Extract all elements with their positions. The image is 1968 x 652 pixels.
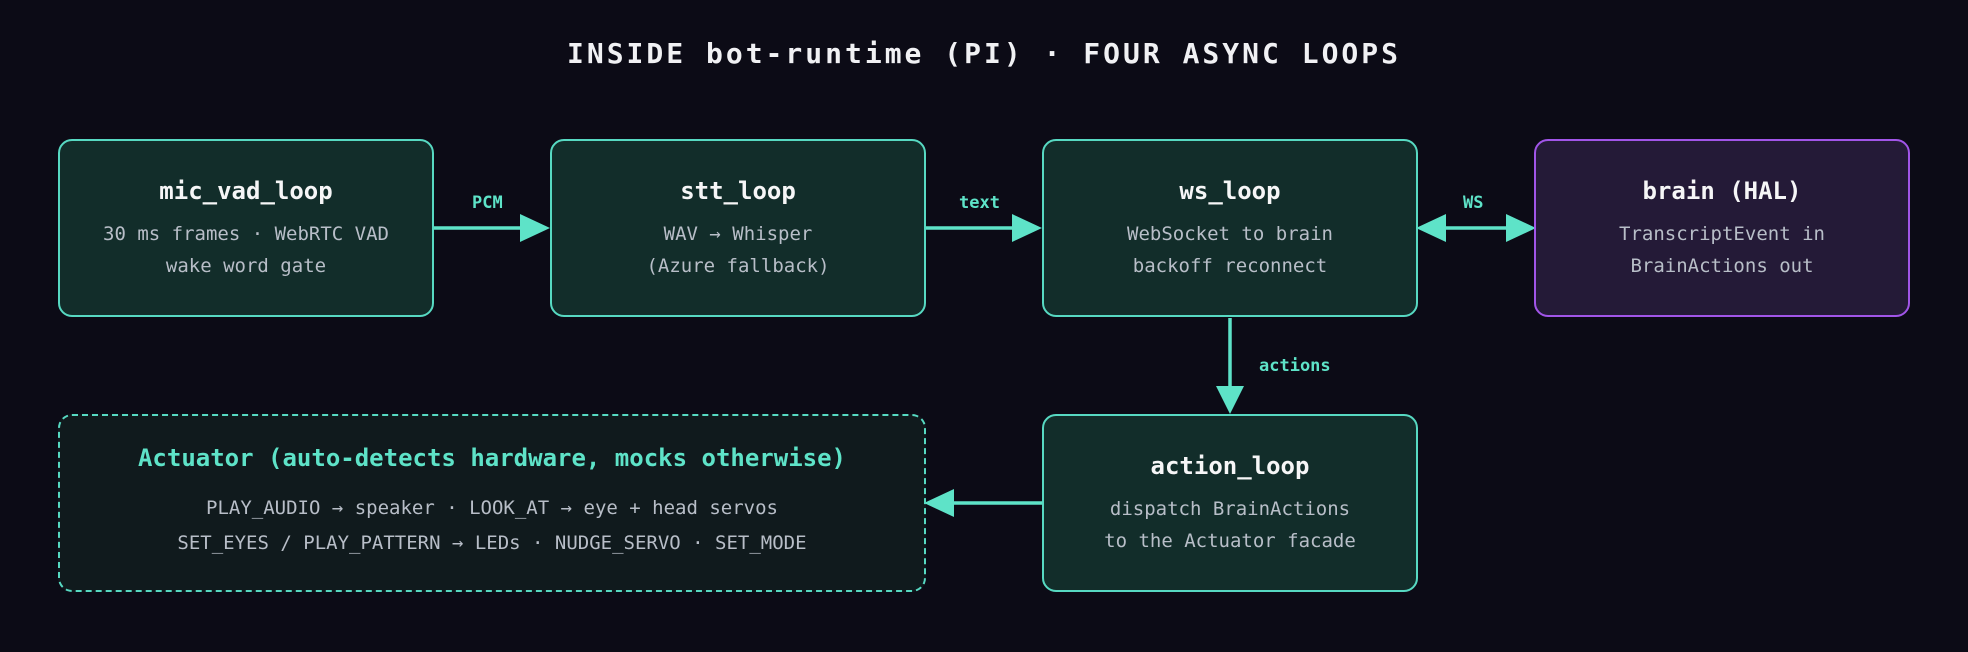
- arrow-pcm-head: [520, 214, 550, 242]
- diagram-panel: INSIDE bot-runtime (PI) · FOUR ASYNC LOO…: [0, 0, 1968, 652]
- node-line: backoff reconnect: [1132, 255, 1328, 277]
- node-title: ws_loop: [1179, 177, 1281, 205]
- node-title: mic_vad_loop: [159, 177, 333, 205]
- arrow-text-head: [1012, 214, 1042, 242]
- arrow-dispatch-head: [924, 489, 954, 517]
- edge-label-ws: WS: [1463, 193, 1484, 213]
- arrow-ws-head-left: [1416, 214, 1446, 242]
- node-line: BrainActions out: [1630, 255, 1814, 277]
- canvas: INSIDE bot-runtime (PI) · FOUR ASYNC LOO…: [0, 0, 1968, 652]
- node-line: (Azure fallback): [646, 255, 830, 277]
- node-ws-loop: ws_loop WebSocket to brain backoff recon…: [1042, 139, 1418, 317]
- arrow-ws-head-right: [1506, 214, 1536, 242]
- node-title: brain (HAL): [1642, 177, 1802, 205]
- node-title: stt_loop: [680, 177, 796, 205]
- edge-label-text: text: [959, 193, 1000, 213]
- node-actuator: Actuator (auto-detects hardware, mocks o…: [58, 414, 926, 592]
- node-line: wake word gate: [165, 255, 327, 277]
- node-action-loop: action_loop dispatch BrainActions to the…: [1042, 414, 1418, 592]
- edge-label-actions: actions: [1259, 356, 1331, 376]
- node-line: WebSocket to brain: [1127, 223, 1333, 245]
- node-line: to the Actuator facade: [1104, 530, 1356, 552]
- arrow-actions-head: [1216, 386, 1244, 414]
- node-title: action_loop: [1150, 452, 1310, 480]
- node-brain: brain (HAL) TranscriptEvent in BrainActi…: [1534, 139, 1910, 317]
- node-line: PLAY_AUDIO → speaker · LOOK_AT → eye + h…: [206, 497, 778, 519]
- node-line: SET_EYES / PLAY_PATTERN → LEDs · NUDGE_S…: [177, 532, 807, 554]
- diagram-title: INSIDE bot-runtime (PI) · FOUR ASYNC LOO…: [566, 37, 1401, 70]
- node-line: WAV → Whisper: [663, 223, 813, 245]
- node-mic-vad-loop: mic_vad_loop 30 ms frames · WebRTC VAD w…: [58, 139, 434, 317]
- node-title: Actuator (auto-detects hardware, mocks o…: [137, 444, 846, 472]
- node-line: 30 ms frames · WebRTC VAD: [103, 223, 389, 245]
- node-line: dispatch BrainActions: [1109, 498, 1351, 520]
- node-stt-loop: stt_loop WAV → Whisper (Azure fallback): [550, 139, 926, 317]
- node-line: TranscriptEvent in: [1619, 223, 1825, 245]
- edge-label-pcm: PCM: [472, 193, 503, 213]
